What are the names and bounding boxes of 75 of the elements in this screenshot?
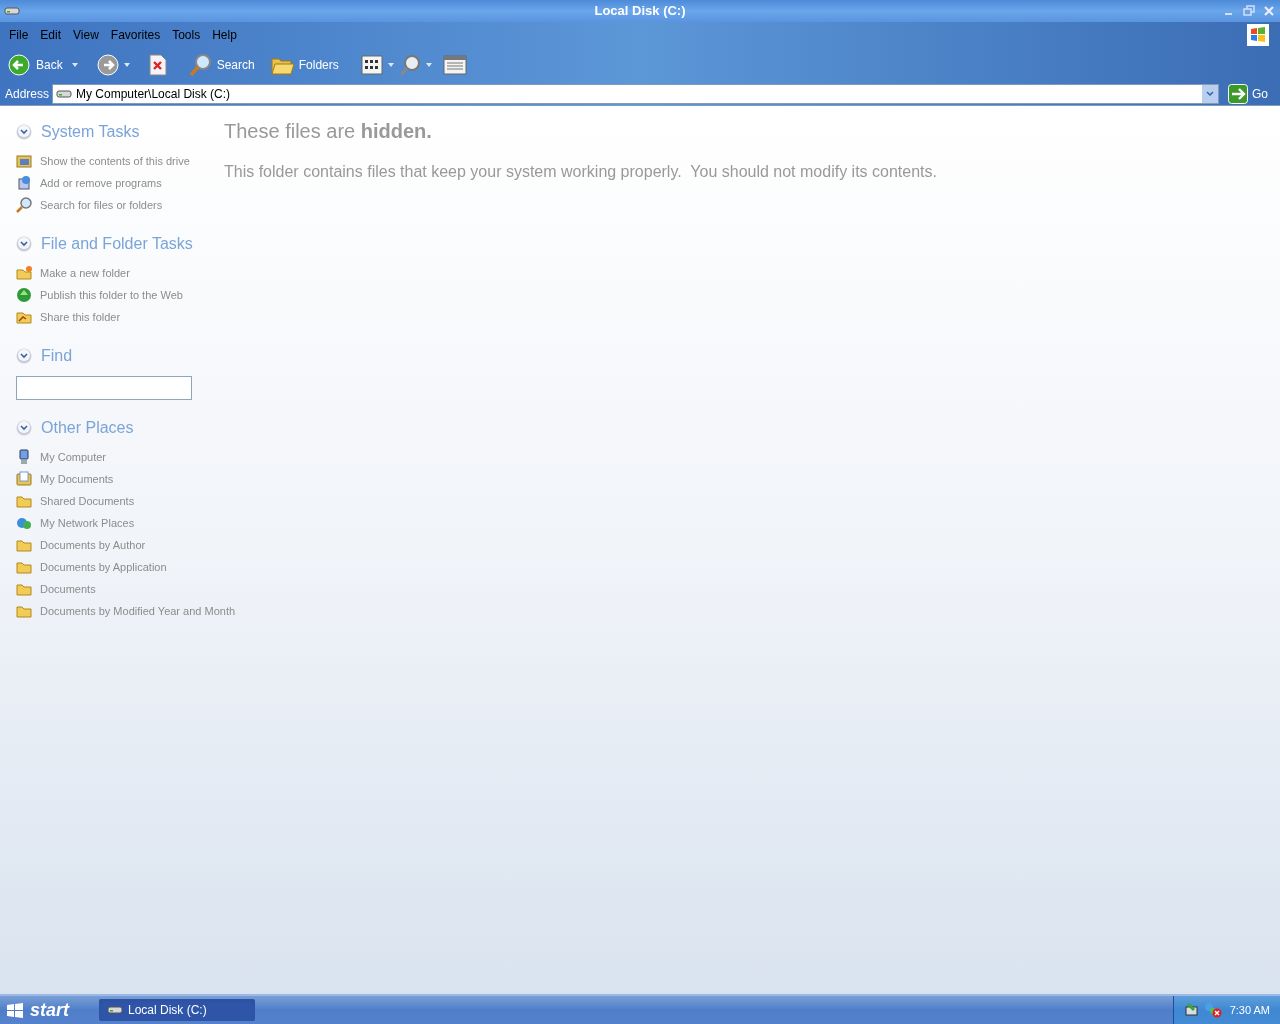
details-view-icon[interactable] [442, 55, 467, 75]
drive-icon [107, 1003, 123, 1017]
network-error-icon[interactable] [1203, 1002, 1222, 1018]
stop-icon[interactable] [148, 54, 167, 76]
collapse-chevron-icon[interactable] [16, 348, 32, 364]
item-icon [16, 603, 32, 619]
start-button[interactable]: start [0, 996, 79, 1024]
views-icon[interactable] [360, 55, 383, 75]
section-heading[interactable]: System Tasks [41, 120, 140, 144]
task-link[interactable]: Add or remove programs [40, 174, 162, 192]
message-text: This folder contains files that keep your system working properly. You should not modify its contents. [224, 162, 937, 182]
search-button[interactable]: Search [188, 53, 255, 77]
item-icon [16, 581, 32, 597]
item-icon [16, 537, 32, 553]
restore-icon[interactable] [1242, 5, 1256, 17]
folders-button[interactable]: Folders [270, 54, 339, 76]
back-button[interactable]: Back [8, 54, 67, 76]
collapse-chevron-icon[interactable] [16, 236, 32, 252]
task-link[interactable]: Publish this folder to the Web [40, 286, 183, 304]
task-link[interactable]: Documents [40, 580, 96, 598]
item-icon [16, 493, 32, 509]
windows-logo-icon [1247, 23, 1269, 46]
item-icon [16, 197, 32, 213]
address-field[interactable]: My Computer\Local Disk (C:) [52, 84, 1219, 104]
dropdown-arrow-icon[interactable] [70, 61, 79, 69]
window-title: Local Disk (C:) [594, 2, 686, 21]
task-link[interactable]: Documents by Author [40, 536, 146, 554]
item-icon [16, 309, 32, 325]
dropdown-arrow-icon[interactable] [386, 61, 395, 69]
magnifier-icon [188, 53, 213, 77]
task-link[interactable]: Share this folder [40, 308, 121, 326]
item-icon [16, 265, 32, 281]
taskbar-button[interactable]: Local Disk (C:) [99, 999, 255, 1021]
task-link[interactable]: My Network Places [40, 514, 135, 532]
clock: 7:30 AM [1229, 1002, 1270, 1018]
menu-item[interactable]: File [3, 25, 35, 44]
go-button[interactable]: Go [1228, 84, 1276, 104]
section-heading[interactable]: File and Folder Tasks [41, 232, 193, 256]
collapse-chevron-icon[interactable] [16, 124, 32, 140]
item-icon [16, 153, 32, 169]
item-icon [16, 559, 32, 575]
menu-item[interactable]: Tools [166, 25, 207, 44]
go-arrow-icon [1228, 84, 1248, 104]
task-link[interactable]: Shared Documents [40, 492, 135, 510]
address-dropdown-button[interactable] [1202, 85, 1218, 103]
menu-item[interactable]: Edit [34, 25, 68, 44]
task-link[interactable]: Show the contents of this drive [40, 152, 190, 170]
chevron-icon [1206, 91, 1214, 97]
address-label: Address [4, 86, 50, 103]
magnifier-icon[interactable] [398, 54, 421, 76]
item-icon [16, 287, 32, 303]
item-icon [16, 471, 32, 487]
section-heading[interactable]: Find [41, 344, 73, 368]
menu-item[interactable]: View [67, 25, 105, 44]
section-heading[interactable]: Other Places [41, 416, 134, 440]
task-link[interactable]: Documents by Modified Year and Month [40, 602, 236, 620]
collapse-chevron-icon[interactable] [16, 420, 32, 436]
find-field[interactable] [16, 376, 192, 400]
task-link[interactable]: Search for files or folders [40, 196, 163, 214]
task-link[interactable]: My Documents [40, 470, 114, 488]
dropdown-arrow-icon[interactable] [424, 61, 433, 69]
menu-item[interactable]: Help [206, 25, 243, 44]
drive-icon [4, 4, 20, 18]
item-icon [16, 175, 32, 191]
task-link[interactable]: Make a new folder [40, 264, 130, 282]
menu-item[interactable]: Favorites [104, 25, 167, 44]
windows-flag-icon [6, 1002, 24, 1018]
item-icon [16, 515, 32, 531]
task-link[interactable]: My Computer [40, 448, 107, 466]
close-icon[interactable] [1262, 5, 1276, 17]
task-link[interactable]: Documents by Application [40, 558, 167, 576]
drive-icon [56, 87, 73, 101]
item-icon [16, 449, 32, 465]
message-heading: These files are hidden. [224, 119, 433, 144]
dropdown-arrow-icon[interactable] [122, 61, 131, 69]
